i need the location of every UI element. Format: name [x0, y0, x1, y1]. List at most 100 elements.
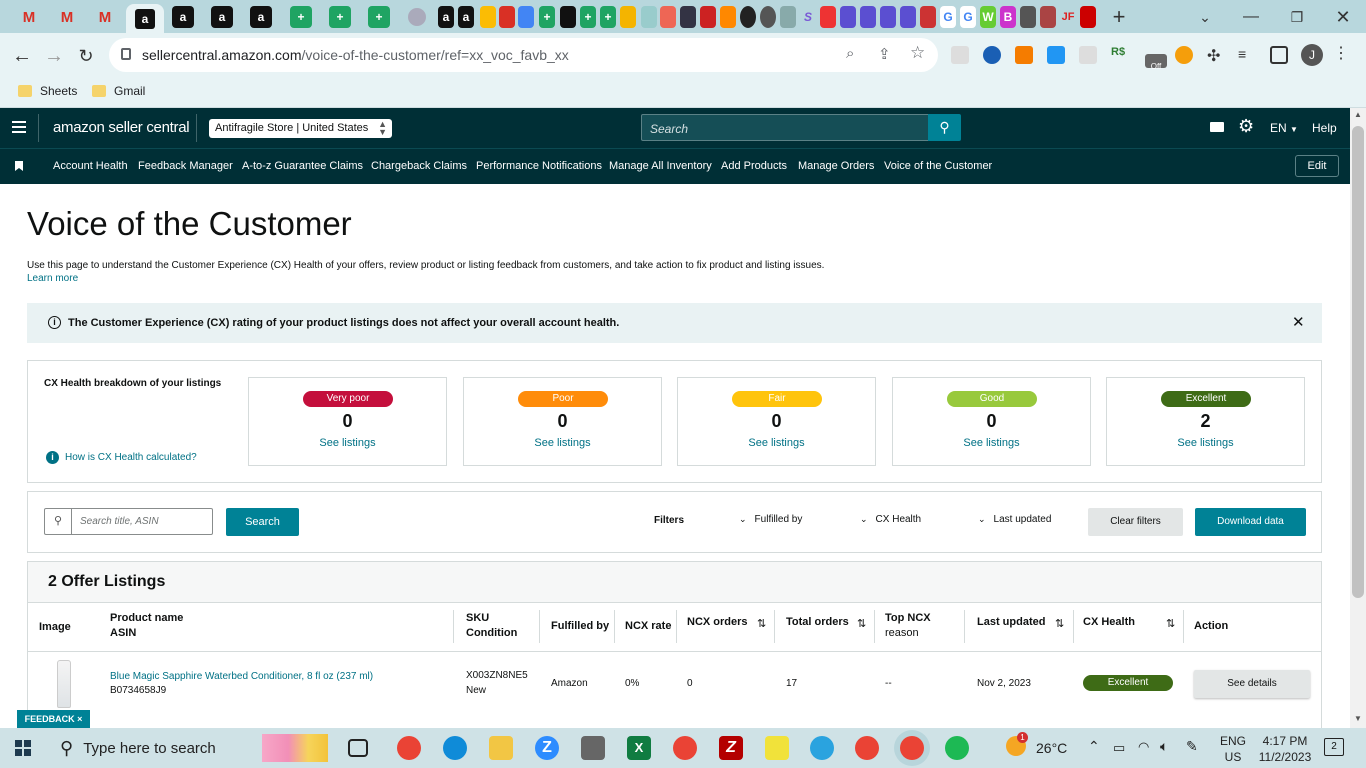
gmail-tab-icon[interactable]: M: [94, 6, 116, 28]
see-listings-link[interactable]: See listings: [893, 437, 1090, 449]
reload-icon[interactable]: ↻: [73, 43, 99, 69]
nav-manage-all-inventory[interactable]: Manage All Inventory: [609, 160, 712, 172]
list-tab-icon[interactable]: [900, 6, 916, 28]
nav-feedback-manager[interactable]: Feedback Manager: [138, 160, 233, 172]
clear-filters-button[interactable]: Clear filters: [1088, 508, 1183, 536]
header-search-input[interactable]: Search: [641, 114, 929, 141]
amazon-tab-icon[interactable]: a: [438, 6, 454, 28]
extension-icon[interactable]: [1015, 46, 1033, 64]
see-details-button[interactable]: See details: [1194, 670, 1310, 698]
edge-taskbar-icon[interactable]: [443, 736, 467, 760]
site-tab-icon[interactable]: [780, 6, 796, 28]
sort-icon[interactable]: ⇅: [757, 617, 766, 630]
drive-tab-icon[interactable]: [518, 6, 534, 28]
fulfilled-by-filter[interactable]: ⌄ Fulfilled by: [739, 514, 802, 525]
sticky-notes-icon[interactable]: [765, 736, 789, 760]
site-tab-icon[interactable]: [1020, 6, 1036, 28]
nav-account-health[interactable]: Account Health: [53, 160, 128, 172]
download-data-button[interactable]: Download data: [1195, 508, 1306, 536]
col-cx-health[interactable]: CX Health: [1083, 615, 1135, 630]
sheets-tab-icon[interactable]: +: [580, 6, 596, 28]
menu-kebab-icon[interactable]: ⋮: [1333, 43, 1349, 63]
extension-icon[interactable]: R$: [1111, 46, 1129, 64]
clock[interactable]: 4:17 PM 11/2/2023: [1256, 733, 1314, 765]
amazon-tab-icon[interactable]: a: [458, 6, 474, 28]
nav-manage-orders[interactable]: Manage Orders: [798, 160, 874, 172]
task-view-icon[interactable]: [348, 739, 368, 757]
volume-icon[interactable]: 🔈︎: [1160, 738, 1168, 755]
google-tab-icon[interactable]: G: [940, 6, 956, 28]
nav-chargeback-claims[interactable]: Chargeback Claims: [371, 160, 467, 172]
scrollbar-thumb[interactable]: [1352, 126, 1364, 598]
extension-icon[interactable]: [983, 46, 1001, 64]
google-tab-icon[interactable]: G: [960, 6, 976, 28]
site-tab-icon[interactable]: [700, 6, 716, 28]
minimize-icon[interactable]: —: [1240, 6, 1262, 28]
windows-start-icon[interactable]: [15, 740, 31, 756]
new-tab-icon[interactable]: +: [1108, 4, 1130, 29]
input-language[interactable]: ENG US: [1220, 733, 1246, 765]
product-thumbnail[interactable]: [57, 660, 71, 708]
nav-performance-notifications[interactable]: Performance Notifications: [476, 160, 602, 172]
scroll-down-arrow-icon[interactable]: ▼: [1354, 714, 1362, 723]
scroll-up-arrow-icon[interactable]: ▲: [1354, 110, 1362, 119]
side-panel-icon[interactable]: [1270, 46, 1288, 64]
site-tab-icon[interactable]: S: [800, 6, 816, 28]
see-listings-link[interactable]: See listings: [678, 437, 875, 449]
amazon-tab-active[interactable]: a: [126, 4, 164, 33]
back-icon[interactable]: ←: [9, 43, 35, 69]
notifications-icon[interactable]: 2: [1324, 738, 1344, 756]
chrome-taskbar-icon[interactable]: [397, 736, 421, 760]
tab-search-icon[interactable]: ⌄: [1194, 6, 1216, 28]
sheets-tab-icon[interactable]: +: [368, 6, 390, 28]
cx-health-filter[interactable]: ⌄ CX Health: [860, 514, 921, 525]
how-cx-calculated[interactable]: i How is CX Health calculated?: [46, 451, 197, 464]
address-bar[interactable]: sellercentral.amazon.com/voice-of-the-cu…: [109, 38, 938, 72]
site-tab-icon[interactable]: [740, 6, 756, 28]
app-tab-icon[interactable]: [560, 6, 576, 28]
site-tab-icon[interactable]: [680, 6, 696, 28]
sort-icon[interactable]: ⇅: [1166, 617, 1175, 630]
extension-icon[interactable]: [1175, 46, 1193, 64]
sort-icon[interactable]: ⇅: [857, 617, 866, 630]
sheets-tab-icon[interactable]: +: [290, 6, 312, 28]
gmail-tab-icon[interactable]: M: [56, 6, 78, 28]
puzzle-icon[interactable]: ✣: [1207, 46, 1225, 65]
amazon-tab-icon[interactable]: a: [172, 6, 194, 28]
chrome-active-icon[interactable]: [900, 736, 924, 760]
forward-icon[interactable]: →: [41, 43, 67, 69]
drive-tab-icon[interactable]: [480, 6, 496, 28]
extension-icon[interactable]: [1079, 46, 1097, 64]
gmail-tab-icon[interactable]: [499, 6, 515, 28]
list-tab-icon[interactable]: [880, 6, 896, 28]
sort-icon[interactable]: ⇅: [1055, 617, 1064, 630]
netflix-tab-icon[interactable]: [1080, 6, 1096, 28]
extension-off-badge[interactable]: Off: [1145, 54, 1167, 71]
extension-icon[interactable]: [951, 46, 969, 64]
nav-add-products[interactable]: Add Products: [721, 160, 787, 172]
telegram-icon[interactable]: [810, 736, 834, 760]
chrome-profile-icon[interactable]: [855, 736, 879, 760]
amazon-tab-icon[interactable]: a: [211, 6, 233, 28]
nav-a-to-z-claims[interactable]: A-to-z Guarantee Claims: [242, 160, 363, 172]
product-name-link[interactable]: Blue Magic Sapphire Waterbed Conditioner…: [110, 671, 373, 682]
col-last-updated[interactable]: Last updated: [977, 615, 1045, 630]
site-tab-icon[interactable]: [1040, 6, 1056, 28]
site-tab-icon[interactable]: [660, 6, 676, 28]
bookmark-star-icon[interactable]: ☆: [910, 43, 925, 63]
loading-tab-icon[interactable]: [408, 8, 426, 26]
see-listings-link[interactable]: See listings: [464, 437, 661, 449]
file-explorer-icon[interactable]: [489, 736, 513, 760]
bookmark-sheets[interactable]: Sheets: [18, 84, 77, 98]
sheets-tab-icon[interactable]: +: [600, 6, 616, 28]
hamburger-menu-icon[interactable]: [12, 121, 26, 123]
site-tab-icon[interactable]: [641, 6, 657, 28]
site-tab-icon[interactable]: JF: [1060, 6, 1076, 28]
wifi-icon[interactable]: ◠: [1138, 739, 1149, 755]
see-listings-link[interactable]: See listings: [1107, 437, 1304, 449]
store-selector[interactable]: Antifragile Store | United States ▲ ▼: [209, 119, 392, 138]
history-tab-icon[interactable]: [760, 6, 776, 28]
last-updated-filter[interactable]: ⌄ Last updated: [978, 514, 1051, 525]
feedback-tab[interactable]: FEEDBACK ×: [17, 710, 90, 728]
zoom-app-icon[interactable]: Z: [535, 736, 559, 760]
